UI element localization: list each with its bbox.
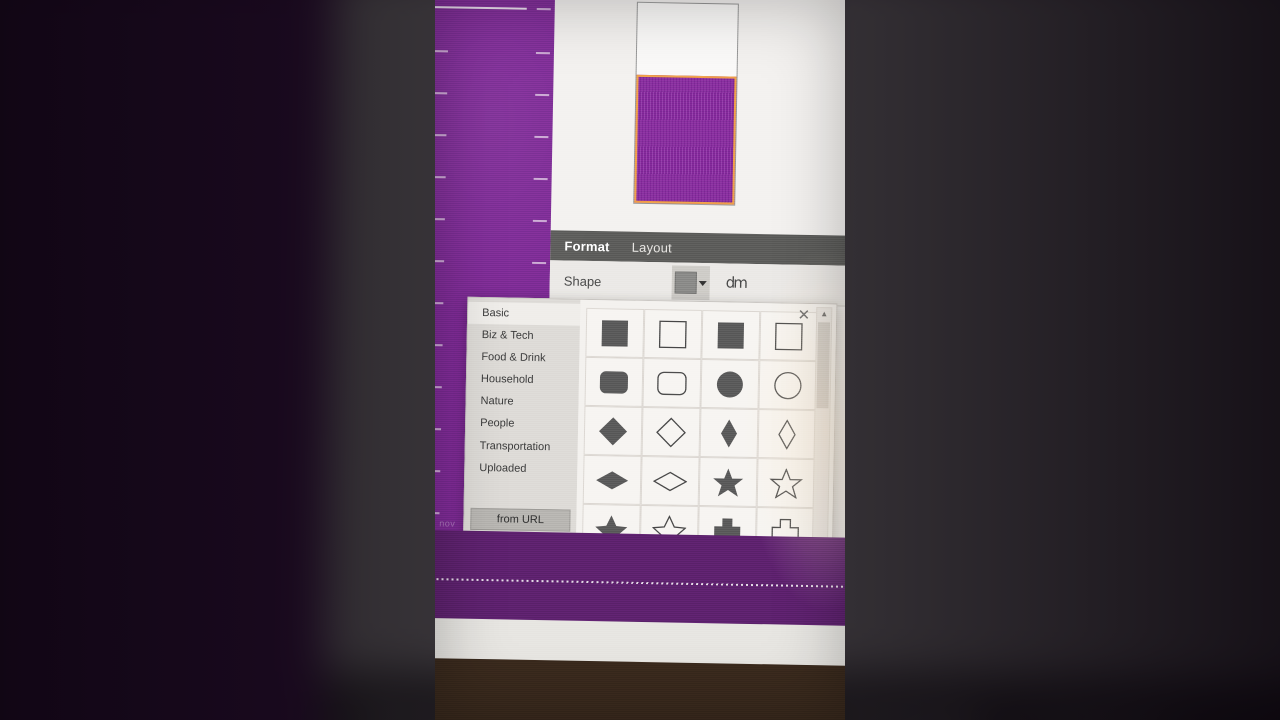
shape-swatch-dropdown[interactable] <box>671 265 711 301</box>
shape-grid <box>580 307 819 570</box>
shape-option-star5-filled[interactable] <box>698 457 758 508</box>
shape-category-biz-tech[interactable]: Biz & Tech <box>468 324 580 348</box>
backdrop-blur-copy-right: FormatLayout Shape <box>840 0 1280 720</box>
tab-format[interactable]: Format <box>564 238 610 254</box>
triangle-up-icon[interactable]: ▲ <box>817 309 831 318</box>
shape-fill-level <box>634 74 737 205</box>
shape-option-square-filled-alt[interactable] <box>701 310 761 361</box>
letterbox-backdrop-left: FormatLayout Shape BasicBiz & Tech Food … <box>0 0 440 720</box>
shape-category-label: Transportation <box>479 439 551 453</box>
video-frame: Format Layout Shape ⅾⅿ Basic Biz & Tech Fo… <box>435 0 845 720</box>
desk-surface <box>435 657 845 720</box>
shape-option-narrow-diamond-outline[interactable] <box>757 409 817 460</box>
chevron-down-icon <box>698 280 707 286</box>
backdrop-blur-copy-left: FormatLayout Shape BasicBiz & Tech Food … <box>0 0 440 720</box>
shape-category-transportation[interactable]: Transportation <box>466 434 578 458</box>
selected-shape[interactable] <box>633 1 739 206</box>
shape-category-label: Household <box>480 373 534 387</box>
shape-option-wide-diamond-filled[interactable] <box>582 454 642 505</box>
shape-category-food-drink[interactable]: Food & Drink <box>467 346 579 370</box>
shape-option-star5-outline[interactable] <box>756 458 816 509</box>
nov-watermark: nov <box>439 518 456 529</box>
shape-option-square-filled[interactable] <box>585 307 645 358</box>
monitor-screen: Format Layout Shape ⅾⅿ Basic Biz & Tech Fo… <box>435 0 845 720</box>
shape-category-household[interactable]: Household <box>467 368 579 392</box>
shape-label: Shape <box>563 272 602 289</box>
screen-scanlines <box>636 76 735 203</box>
scrollbar-thumb[interactable] <box>816 322 831 409</box>
shape-option-square-outline[interactable] <box>643 308 703 360</box>
letterbox-backdrop-right: FormatLayout Shape <box>840 0 1280 720</box>
shape-picker-popup: Basic Biz & Tech Food & Drink Household Natu… <box>462 296 838 571</box>
shape-category-label: Uploaded <box>479 461 527 475</box>
shape-option-circle-outline[interactable] <box>758 360 818 411</box>
shape-category-label: People <box>480 417 515 431</box>
shape-category-people[interactable]: People <box>466 412 578 436</box>
shape-category-basic[interactable]: Basic <box>467 301 581 326</box>
shape-option-rounded-square-filled[interactable] <box>584 356 644 407</box>
shape-category-list: Basic Biz & Tech Food & Drink Household Natu… <box>463 297 581 565</box>
shape-category-label: Food & Drink <box>481 351 546 365</box>
shape-option-narrow-diamond-filled[interactable] <box>699 408 759 459</box>
shape-option-rounded-square-outline[interactable] <box>642 357 702 409</box>
shape-category-uploaded[interactable]: Uploaded <box>465 456 577 480</box>
shape-option-diamond-outline[interactable] <box>641 406 701 458</box>
tab-layout[interactable]: Layout <box>632 239 673 255</box>
shape-grid-wrapper: ✕ ▲ ▼ <box>575 299 837 570</box>
close-icon[interactable]: ✕ <box>797 307 810 324</box>
shape-grid-scrollbar[interactable]: ▲ ▼ <box>811 307 833 567</box>
shape-option-circle-filled[interactable] <box>700 359 760 410</box>
shape-category-nature[interactable]: Nature <box>466 390 578 414</box>
shape-option-diamond-filled[interactable] <box>583 405 643 456</box>
shape-swatch <box>674 271 697 294</box>
broken-link-icon[interactable]: ⅾⅿ <box>726 273 746 291</box>
shape-option-wide-diamond-outline[interactable] <box>640 455 700 506</box>
from-url-button[interactable]: from URL <box>470 507 571 532</box>
shape-category-label: Biz & Tech <box>481 329 534 343</box>
shape-category-label: Basic <box>482 306 510 320</box>
shape-category-label: Nature <box>480 395 514 408</box>
